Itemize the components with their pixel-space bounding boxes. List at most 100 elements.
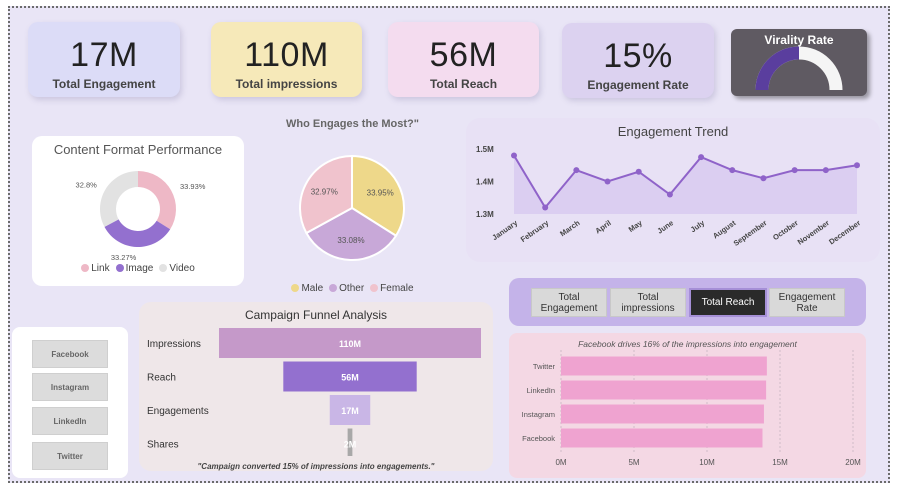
metric-tab-bar: Total Engagement Total impressions Total… [509, 278, 866, 326]
x-tick-label: May [627, 218, 645, 234]
funnel-stage-label: Impressions [147, 339, 201, 350]
kpi-total-impressions: 110M Total impressions [211, 22, 362, 97]
kpi-value: 56M [429, 36, 498, 74]
legend-label: Male [301, 283, 324, 294]
funnel-chart: Impressions 110M Reach 56M Engagements 17M Sha… [147, 328, 481, 456]
x-tick-label: 20M [845, 458, 861, 467]
area-chart: 1.3M 1.4M 1.5M January February March April May… [476, 145, 862, 248]
data-point-april [604, 178, 611, 185]
legend-item-male: Male [291, 283, 323, 294]
slice-label-video: 32.8% [76, 180, 98, 189]
y-tick-label: Twitter [533, 362, 556, 371]
kpi-engagement-rate: 15% Engagement Rate [562, 23, 714, 98]
chart-title: Who Engages the Most?" [286, 118, 419, 130]
funnel-value-label: 2M [344, 440, 357, 450]
legend-swatch [115, 264, 124, 273]
x-tick-label: August [711, 218, 738, 240]
kpi-label: Engagement Rate [587, 78, 689, 92]
slice-label-image: 33.27% [111, 253, 137, 262]
legend-swatch [370, 284, 379, 293]
legend-item-image: Image [115, 263, 154, 274]
legend-swatch [159, 264, 168, 273]
y-tick-label: 1.4M [476, 178, 494, 187]
slice-label-link: 33.93% [180, 182, 206, 191]
platform-slicer: Facebook Instagram LinkedIn Twitter [12, 327, 128, 478]
kpi-value: 15% [603, 37, 673, 75]
kpi-total-reach: 56M Total Reach [388, 22, 539, 97]
legend-label: Link [91, 263, 110, 274]
virality-title: Virality Rate [764, 33, 834, 47]
data-point-july [698, 154, 705, 161]
legend-label: Video [169, 263, 195, 274]
slice-link [138, 171, 176, 230]
tab-total-impressions[interactable]: Total impressions [610, 288, 686, 317]
chart-legend: Link Image Video [32, 263, 244, 274]
y-tick-label: Facebook [522, 434, 555, 443]
who-engages-card: Who Engages the Most?" 33.95% 33.08% 32.97… [250, 116, 455, 296]
data-point-january [511, 152, 517, 159]
tab-engagement-rate[interactable]: Engagement Rate [769, 288, 845, 317]
funnel-stage-label: Engagements [147, 406, 209, 417]
x-tick-label: 0M [555, 458, 566, 467]
platform-bar-chart: 0M 5M 10M 15M 20M Twitter LinkedIn Instagram Fac… [522, 350, 861, 467]
x-tick-label: June [656, 218, 676, 235]
legend-label: Other [339, 283, 365, 294]
chart-title: Engagement Trend [617, 124, 729, 139]
campaign-funnel-card: Campaign Funnel Analysis Impressions 110M… [139, 302, 493, 471]
slicer-item-instagram[interactable]: Instagram [32, 373, 108, 401]
tab-total-engagement[interactable]: Total Engagement [531, 288, 607, 317]
platform-bar-linkedin [561, 380, 767, 400]
legend-label: Female [380, 283, 414, 294]
chart-legend: Male Other Female [250, 283, 455, 294]
platform-bar-card: Facebook drives 16% of the impressions i… [509, 333, 866, 478]
legend-swatch [329, 284, 338, 293]
kpi-value: 110M [244, 36, 329, 74]
y-tick-label: Instagram [522, 410, 555, 419]
platform-bar-twitter [561, 356, 767, 376]
x-tick-label: December [827, 218, 862, 246]
legend-item-female: Female [370, 283, 414, 294]
gauge-fill [755, 46, 800, 91]
funnel-stage-label: Reach [147, 373, 176, 384]
x-tick-label: March [558, 218, 582, 238]
legend-label: Image [125, 263, 154, 274]
slice-label-female: 32.97% [311, 188, 338, 197]
chart-title: Campaign Funnel Analysis [244, 308, 388, 322]
y-tick-label: 1.3M [476, 210, 494, 219]
data-point-october [791, 167, 798, 174]
kpi-label: Total Engagement [52, 77, 156, 91]
x-tick-label: January [490, 218, 519, 242]
slice-label-other: 33.08% [337, 236, 364, 245]
data-point-november [822, 167, 829, 174]
funnel-value-label: 56M [341, 373, 359, 383]
x-tick-label: November [796, 218, 831, 246]
tab-total-reach[interactable]: Total Reach [689, 288, 767, 317]
kpi-total-engagement: 17M Total Engagement [28, 22, 180, 97]
x-tick-label: February [519, 218, 551, 244]
kpi-label: Total Reach [429, 77, 498, 91]
engagement-trend-card: Engagement Trend 1.3M 1.4M 1.5M January Febr… [466, 118, 880, 262]
platform-bar-instagram [561, 404, 764, 424]
slicer-item-twitter[interactable]: Twitter [32, 442, 108, 470]
donut-chart: 33.93% 33.27% 32.8% [76, 171, 206, 262]
x-tick-label: July [689, 218, 707, 234]
funnel-annotation: "Campaign converted 15% of impressions i… [197, 462, 435, 471]
kpi-value: 17M [70, 36, 138, 74]
x-tick-label: 15M [772, 458, 788, 467]
slice-label-male: 33.95% [367, 188, 394, 197]
data-point-september [760, 175, 767, 182]
slicer-item-linkedin[interactable]: LinkedIn [32, 407, 108, 435]
slicer-item-facebook[interactable]: Facebook [32, 340, 108, 368]
funnel-stage-label: Shares [147, 440, 179, 451]
virality-gauge [755, 46, 843, 91]
x-tick-label: 5M [628, 458, 639, 467]
data-point-february [542, 204, 549, 211]
legend-swatch [291, 284, 300, 293]
platform-bar-facebook [561, 428, 763, 448]
data-point-august [729, 167, 736, 174]
legend-item-other: Other [329, 283, 364, 294]
data-point-june [666, 191, 673, 198]
slice-video [99, 171, 138, 227]
data-point-march [573, 167, 580, 174]
chart-title: Content Format Performance [53, 142, 223, 157]
